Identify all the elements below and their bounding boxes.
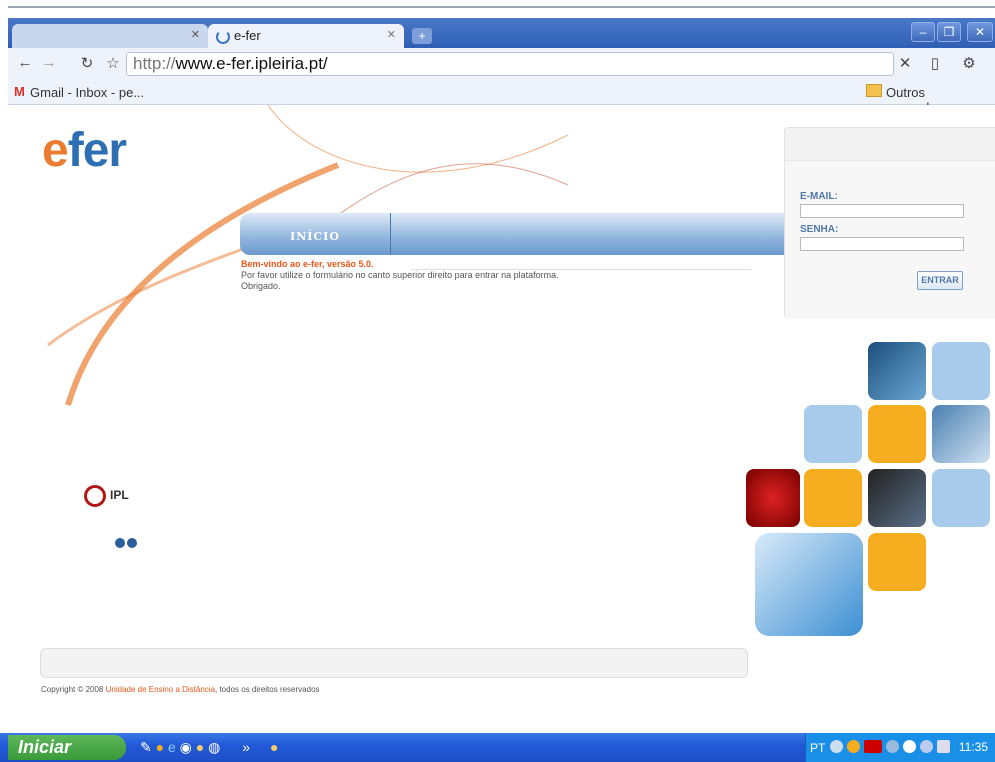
efer-logo: efer	[42, 124, 127, 177]
url-scheme: http://	[133, 54, 176, 73]
start-button[interactable]: Iniciar	[8, 735, 126, 760]
close-tab-icon[interactable]: ✕	[191, 28, 200, 41]
quicklaunch-icon[interactable]: ◉	[180, 739, 192, 755]
tile-globe-icon	[804, 405, 862, 463]
email-label: E-MAIL:	[800, 191, 838, 202]
tray-icon[interactable]	[830, 740, 843, 753]
welcome-line: Obrigado.	[241, 281, 281, 291]
browser-toolbar: ← → ↻ ☆ http://www.e-fer.ipleiria.pt/ ✕ …	[8, 48, 995, 81]
expand-icon[interactable]: »	[242, 739, 250, 755]
ati-icon[interactable]	[864, 740, 882, 753]
tile-keyboard-photo	[868, 469, 926, 527]
clock: 11:35	[958, 740, 988, 754]
wrench-icon[interactable]: ⚙	[960, 54, 978, 72]
tile-orange	[804, 469, 862, 527]
tile-refresh-icon	[932, 342, 990, 400]
address-bar[interactable]: http://www.e-fer.ipleiria.pt/	[126, 52, 894, 76]
folder-icon	[866, 84, 882, 97]
maximize-button[interactable]: ❐	[937, 22, 961, 42]
ie-icon[interactable]: e	[168, 739, 176, 755]
quicklaunch-icon[interactable]: ✎	[140, 739, 152, 755]
login-panel: E-MAIL: SENHA: ENTRAR	[784, 127, 995, 319]
nav-home[interactable]: INÍCIO	[240, 213, 390, 255]
ued-link[interactable]: Unidade de Ensino a Distância	[106, 685, 215, 694]
main-nav: INÍCIO	[240, 213, 785, 255]
stop-icon[interactable]: ✕	[896, 54, 914, 72]
tile-red-photo	[746, 469, 800, 527]
taskbar: Iniciar ✎ ● e ◉ ● ◍ » ● PT 11:35	[0, 733, 995, 762]
forward-arrow-icon[interactable]: →	[40, 54, 58, 71]
tile-orange	[868, 405, 926, 463]
email-field[interactable]	[800, 204, 964, 218]
tab-active[interactable]: e-fer ✕	[208, 24, 404, 48]
tile-efer-emblem	[755, 533, 863, 636]
star-icon[interactable]: ☆	[104, 54, 122, 72]
password-label: SENHA:	[800, 224, 839, 235]
volume-icon[interactable]	[903, 740, 916, 753]
url-host: www.e-fer.ipleiria.pt/	[175, 54, 328, 73]
quicklaunch-icon[interactable]: ◍	[208, 739, 220, 755]
ipl-logo: IPL	[84, 485, 129, 507]
tray-icon[interactable]	[937, 740, 950, 753]
page-menu-icon[interactable]: ▯	[926, 54, 944, 72]
back-arrow-icon[interactable]: ←	[16, 54, 34, 71]
tile-home-icon	[932, 469, 990, 527]
welcome-line: Por favor utilize o formulário no canto …	[241, 270, 559, 280]
window-top-edge	[0, 0, 995, 18]
quicklaunch-icon[interactable]: ●	[196, 739, 204, 755]
bookmark-gmail[interactable]: Gmail - Inbox - pe...	[30, 85, 144, 100]
new-tab-button[interactable]: +	[412, 28, 432, 44]
partner-logo	[76, 535, 176, 553]
copyright: Copyright © 2008 Unidade de Ensino a Dis…	[41, 685, 320, 694]
tab-title: e-fer	[234, 28, 261, 43]
bookmarks-bar: M Gmail - Inbox - pe... Outros marcadore…	[8, 80, 995, 115]
chrome-task-icon[interactable]: ●	[270, 739, 278, 755]
tile-medicine-photo	[868, 342, 926, 400]
loading-icon	[216, 30, 230, 44]
tile-doctor-photo	[932, 405, 990, 463]
password-field[interactable]	[800, 237, 964, 251]
close-window-button[interactable]: ✕	[967, 22, 993, 42]
language-indicator[interactable]: PT	[810, 741, 825, 755]
network-icon[interactable]	[886, 740, 899, 753]
page-content: efer INÍCIO Bem-vindo ao e-fer, versão 5…	[8, 105, 995, 710]
tray-icon[interactable]	[847, 740, 860, 753]
login-button[interactable]: ENTRAR	[917, 271, 963, 290]
firefox-icon[interactable]: ●	[156, 739, 164, 755]
minimize-button[interactable]: –	[911, 22, 935, 42]
welcome-message: Bem-vindo ao e-fer, versão 5.0. Por favo…	[241, 259, 751, 292]
system-tray: PT 11:35	[805, 733, 995, 762]
tray-icon[interactable]	[920, 740, 933, 753]
close-tab-icon[interactable]: ✕	[387, 28, 396, 41]
tab-inactive[interactable]: ✕	[12, 24, 208, 48]
tile-orange	[868, 533, 926, 591]
footer-bar	[40, 648, 748, 678]
reload-icon[interactable]: ↻	[78, 54, 96, 72]
tab-bar: ✕ e-fer ✕ + – ❐ ✕	[8, 18, 995, 48]
gmail-icon: M	[14, 84, 25, 99]
quick-launch: ✎ ● e ◉ ● ◍ » ●	[140, 739, 278, 756]
